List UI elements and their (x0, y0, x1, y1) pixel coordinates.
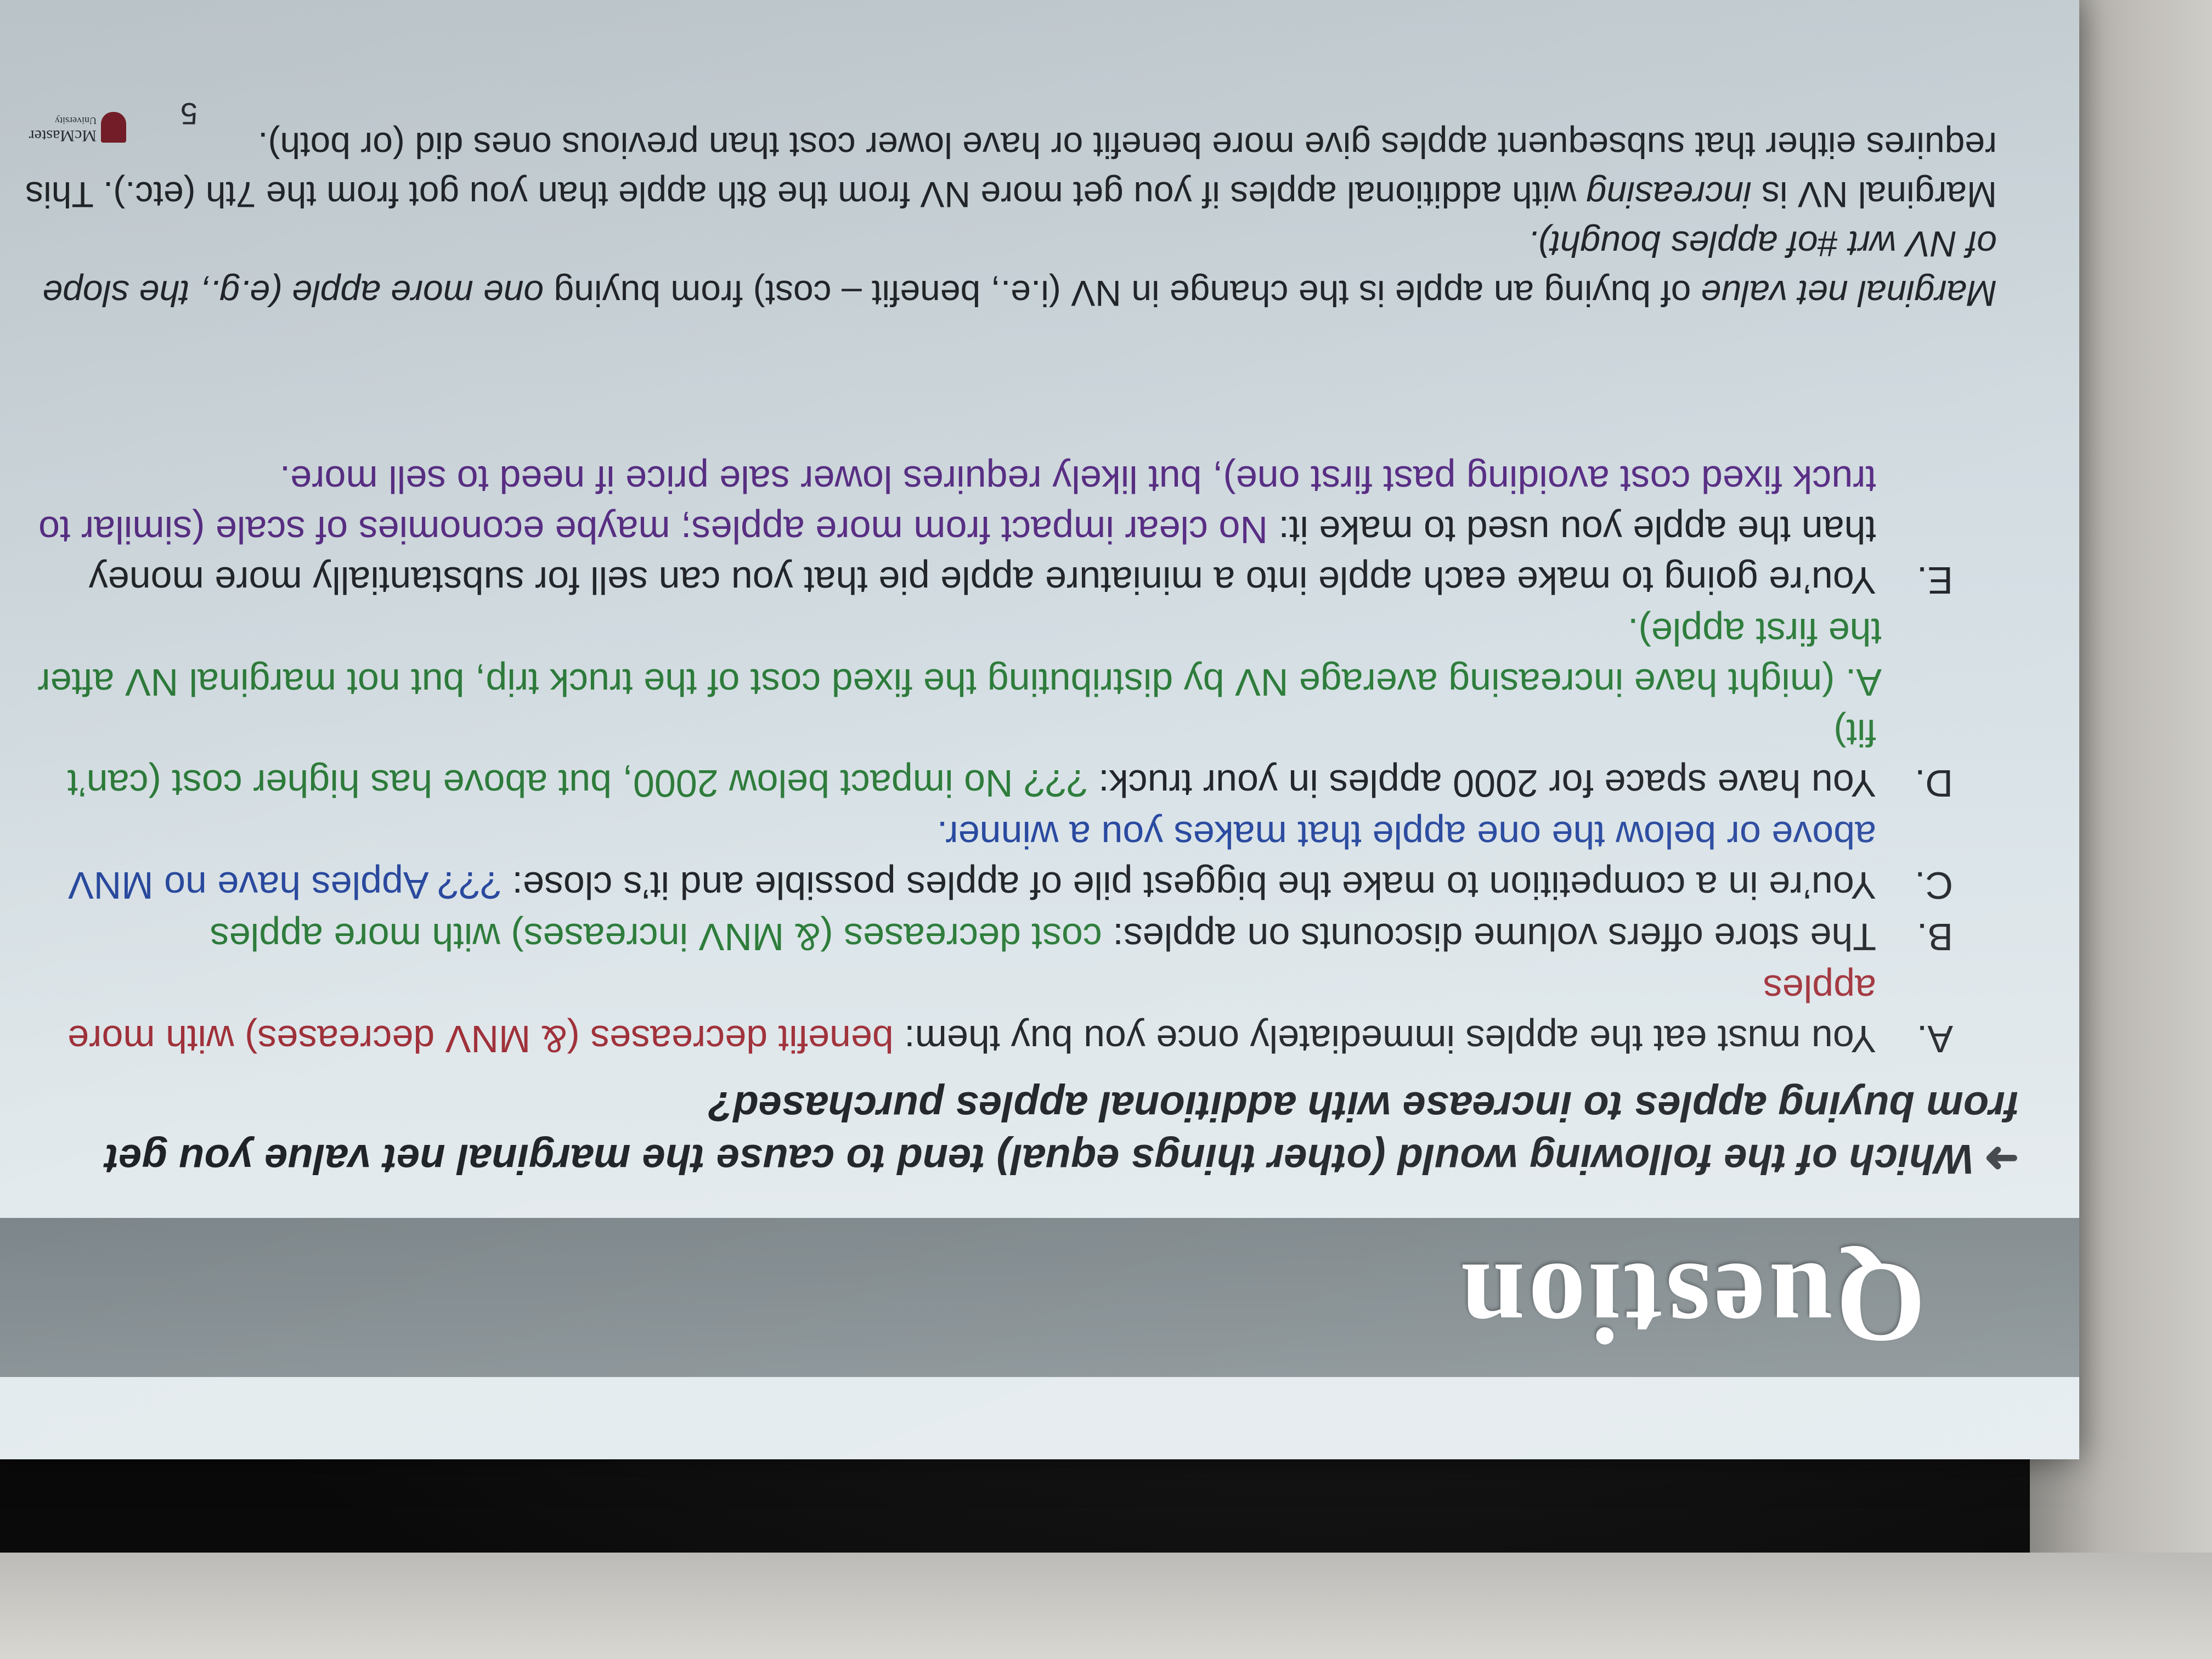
options-list: A. You must eat the apples immediately o… (33, 453, 1953, 1064)
option-answer: cost decreases (& MNV increases) with mo… (210, 916, 1102, 958)
option-a: A. You must eat the apples immediately o… (33, 963, 1953, 1064)
page-number: 5 (180, 97, 198, 131)
logo-wordmark: McMaster (29, 127, 97, 145)
option-text: You must eat the apples immediately once… (893, 1018, 1876, 1060)
option-e: E. You’re going to make each apple into … (33, 454, 1953, 606)
option-letter: A. (1916, 1018, 1953, 1060)
option-letter: D. (1915, 762, 1953, 805)
option-text: You’re in a competition to make the bigg… (501, 864, 1876, 907)
option-d: D. You have space for 2000 apples in you… (33, 607, 1953, 809)
question-body: Which of the following would (other thin… (104, 1083, 2019, 1182)
crest-icon (101, 112, 126, 143)
note-lead: Marginal net value (1701, 273, 1997, 314)
slide-top-strip (0, 1377, 2079, 1459)
arrow-icon: ➜ (1984, 1136, 2019, 1182)
logo-subtext: University (55, 115, 97, 126)
note-em-increasing: increasing (1586, 174, 1752, 215)
explanation-note: Marginal net value of buying an apple is… (22, 121, 1997, 318)
option-c: C. You’re in a competition to make the b… (33, 810, 1953, 911)
slide-title: Question (1457, 1239, 1926, 1367)
option-text: You have space for 2000 apples in your t… (1087, 762, 1876, 805)
option-b: B. The store offers volume discounts on … (33, 912, 1953, 962)
note-line2: Marginal NV is (1751, 174, 1997, 215)
question-text: ➜Which of the following would (other thi… (16, 1080, 2019, 1185)
option-text: The store offers volume discounts on app… (1102, 916, 1876, 958)
option-letter: C. (1915, 864, 1953, 907)
option-letter: B. (1916, 916, 1953, 958)
option-letter: E. (1916, 559, 1953, 602)
projected-slide: Question ➜Which of the following would (… (0, 0, 2079, 1459)
screen-bottom-edge (0, 1553, 2212, 1659)
university-logo: McMaster University (29, 88, 126, 148)
photo-scene: Question ➜Which of the following would (… (0, 0, 2212, 1659)
note-body: of buying an apple is the change in NV (… (544, 273, 1701, 314)
option-answer-detail: A. (might have increasing average NV by … (37, 611, 1882, 704)
